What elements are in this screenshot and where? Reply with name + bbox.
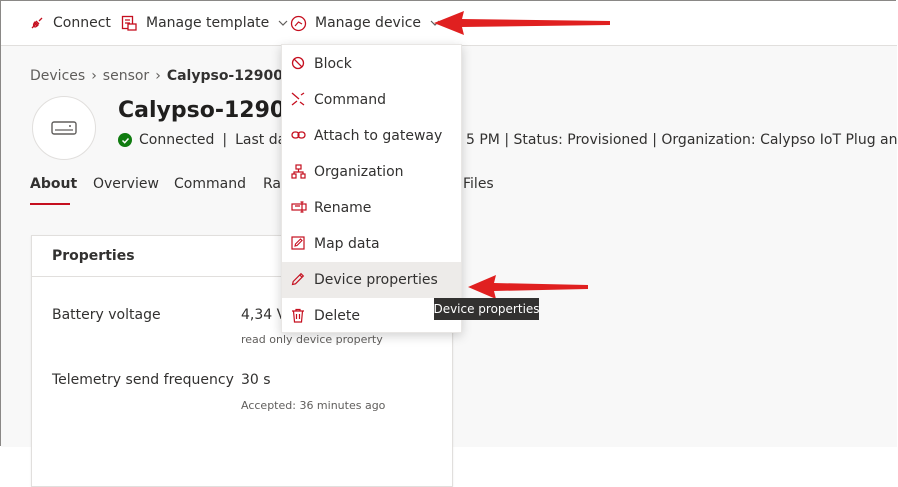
menu-item-label: Organization	[314, 164, 404, 180]
plug-icon	[31, 17, 43, 29]
manage-device-menu: Block Command Attach to gateway Organiza…	[281, 44, 462, 333]
manage-device-button[interactable]: Manage device	[290, 1, 449, 45]
menu-item-label: Rename	[314, 200, 372, 216]
menu-item-label: Command	[314, 92, 386, 108]
breadcrumb: Devices › sensor › Calypso-129002816	[30, 68, 322, 84]
menu-item-block[interactable]: Block	[282, 46, 461, 82]
tab-command[interactable]: Command	[174, 176, 246, 192]
connect-label: Connect	[53, 15, 111, 31]
manage-device-label: Manage device	[315, 15, 422, 31]
menu-item-rename[interactable]: Rename	[282, 190, 461, 226]
property-value: 4,34 V	[241, 307, 287, 323]
trash-icon	[292, 308, 304, 323]
annotation-arrow-top	[434, 11, 610, 35]
chevron-right-icon: ›	[155, 68, 161, 84]
tab-files[interactable]: Files	[463, 176, 494, 192]
block-icon	[291, 56, 305, 70]
device-status-line: Connected | Last data	[118, 132, 300, 148]
menu-item-label: Device properties	[314, 272, 438, 288]
device-gauge-icon	[290, 15, 307, 31]
property-value[interactable]: 30 s	[241, 372, 271, 388]
tab-about[interactable]: About	[30, 176, 77, 192]
org-chart-icon	[291, 164, 306, 179]
check-circle-icon	[118, 133, 132, 147]
chevron-right-icon: ›	[91, 68, 97, 84]
command-icon	[291, 92, 305, 106]
breadcrumb-sensor[interactable]: sensor	[103, 68, 149, 84]
tab-overview[interactable]: Overview	[93, 176, 159, 192]
manage-template-button[interactable]: Manage template	[121, 1, 297, 45]
connect-button[interactable]: Connect	[29, 1, 111, 45]
rename-icon	[291, 201, 307, 213]
breadcrumb-devices[interactable]: Devices	[30, 68, 85, 84]
menu-item-label: Delete	[314, 308, 360, 324]
menu-item-device-properties[interactable]: Device properties	[282, 262, 461, 298]
template-icon	[121, 15, 137, 31]
menu-item-organization[interactable]: Organization	[282, 154, 461, 190]
status-text: Connected	[139, 132, 215, 148]
divider: |	[222, 132, 228, 148]
active-tab-indicator	[30, 203, 70, 205]
property-note: read only device property	[241, 333, 383, 346]
device-icon	[51, 121, 77, 135]
menu-item-label: Map data	[314, 236, 380, 252]
link-icon	[291, 131, 306, 139]
edit-box-icon	[291, 236, 305, 250]
device-meta-right: 5 PM | Status: Provisioned | Organizatio…	[466, 132, 898, 148]
tooltip: Device properties	[433, 298, 540, 320]
menu-item-label: Attach to gateway	[314, 128, 443, 144]
property-label: Telemetry send frequency	[52, 372, 234, 388]
menu-item-map-data[interactable]: Map data	[282, 226, 461, 262]
pencil-icon	[291, 272, 305, 286]
property-note: Accepted: 36 minutes ago	[241, 399, 386, 412]
chevron-down-icon	[278, 20, 288, 26]
menu-item-command[interactable]: Command	[282, 82, 461, 118]
property-label: Battery voltage	[52, 307, 161, 323]
menu-item-label: Block	[314, 56, 352, 72]
device-avatar	[32, 96, 96, 160]
menu-item-attach-to-gateway[interactable]: Attach to gateway	[282, 118, 461, 154]
manage-template-label: Manage template	[146, 15, 270, 31]
properties-title: Properties	[52, 248, 135, 264]
